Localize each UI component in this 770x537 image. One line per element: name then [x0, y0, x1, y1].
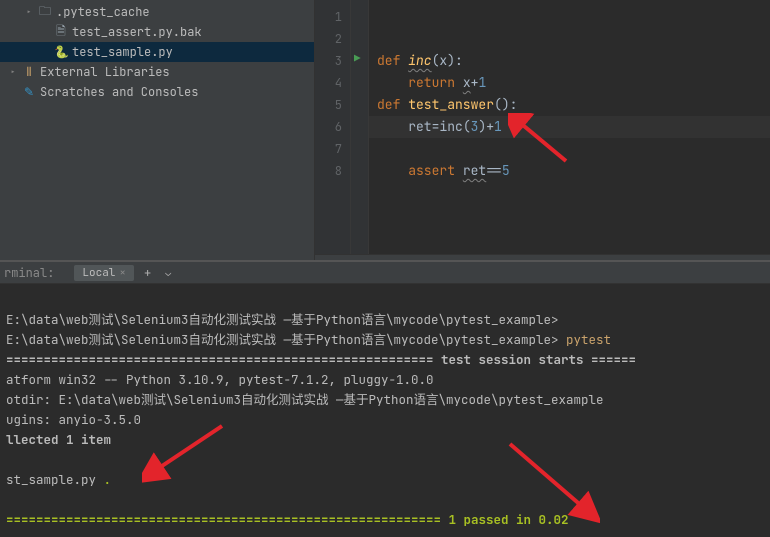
tree-label: External Libraries: [40, 64, 170, 80]
folder-icon: 🗀: [38, 2, 52, 23]
scratches-icon: ✎: [22, 84, 36, 100]
annotation-arrow: [142, 418, 232, 488]
run-test-icon[interactable]: ▶: [354, 52, 361, 66]
chevron-right-icon: ▸: [8, 66, 18, 78]
tree-item-scratches[interactable]: ✎ Scratches and Consoles: [0, 82, 314, 102]
chevron-right-icon: ▸: [24, 6, 34, 18]
tree-item-external-libs[interactable]: ▸ ⫴ External Libraries: [0, 62, 314, 82]
annotation-arrow: [500, 436, 600, 526]
tree-item-pytest-cache[interactable]: ▸ 🗀 .pytest_cache: [0, 2, 314, 22]
tree-item-test-sample[interactable]: 🐍 test_sample.py: [0, 42, 314, 62]
run-gutter: ▶: [351, 0, 369, 254]
tree-label: test_assert.py.bak: [72, 24, 202, 40]
terminal-tab-local[interactable]: Local ×: [74, 265, 134, 281]
tree-label: Scratches and Consoles: [40, 84, 198, 100]
terminal-tabs: rminal: Local × + ⌄: [0, 262, 770, 284]
terminal-panel: rminal: Local × + ⌄ E:\data\web测试\Seleni…: [0, 260, 770, 537]
tree-label: test_sample.py: [72, 44, 173, 60]
chevron-down-icon[interactable]: ⌄: [161, 266, 175, 279]
annotation-arrow: [508, 113, 578, 173]
project-tree[interactable]: ▸ 🗀 .pytest_cache 🗎 test_assert.py.bak 🐍…: [0, 0, 315, 260]
terminal-output[interactable]: E:\data\web测试\Selenium3自动化测试实战 —基于Python…: [0, 284, 770, 537]
add-terminal-button[interactable]: +: [140, 265, 155, 281]
python-file-icon: 🐍: [54, 44, 68, 60]
terminal-label: rminal:: [4, 265, 54, 281]
line-gutter: 1 2 3 4 5 6 7 8: [315, 0, 351, 254]
libraries-icon: ⫴: [22, 64, 36, 80]
close-icon[interactable]: ×: [119, 266, 126, 280]
tree-label: .pytest_cache: [56, 4, 150, 20]
tree-item-bak[interactable]: 🗎 test_assert.py.bak: [0, 22, 314, 42]
file-icon: 🗎: [54, 22, 68, 43]
